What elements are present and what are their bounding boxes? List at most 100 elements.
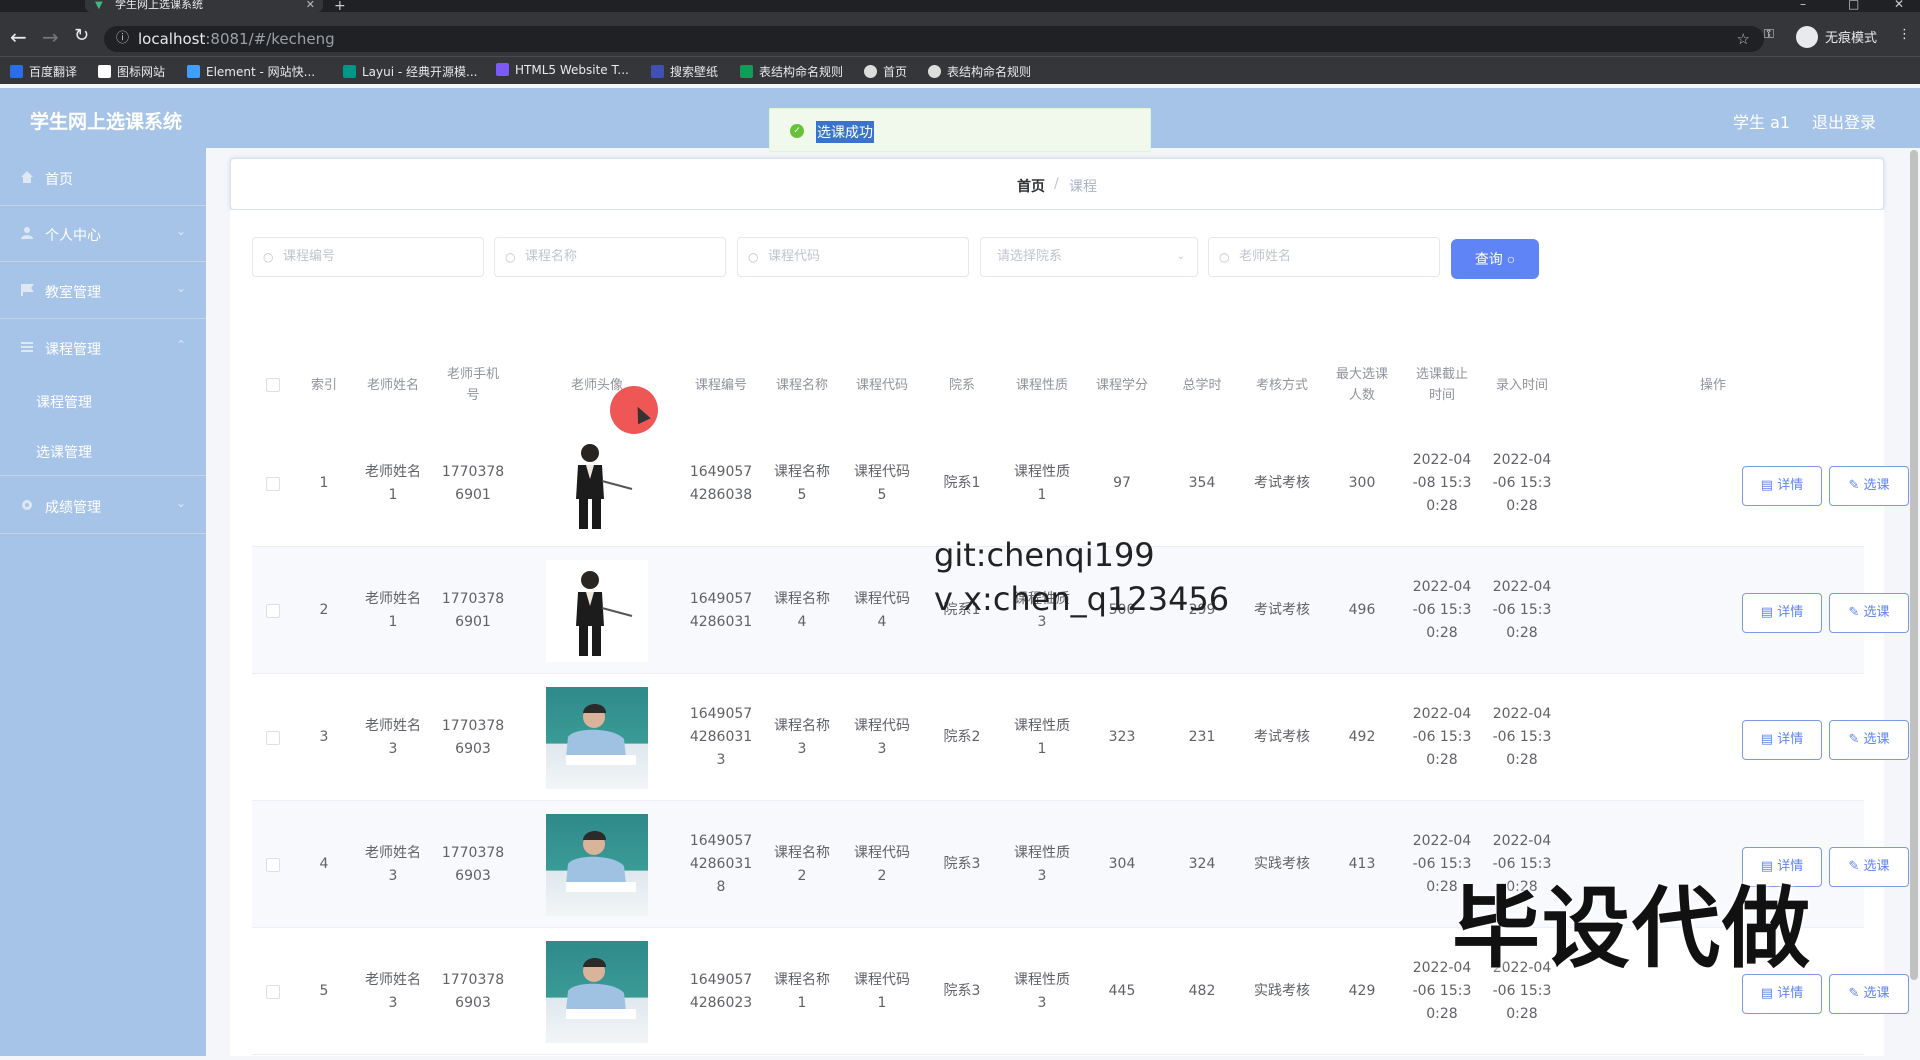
reload-icon[interactable]: ↻ bbox=[74, 25, 89, 46]
sidebar-item-home[interactable]: 首页 bbox=[0, 150, 206, 206]
dept-select[interactable]: 请选择院系 ⌄ bbox=[980, 237, 1198, 277]
cell-exam: 考试考核 bbox=[1254, 602, 1310, 618]
cell-deadline: 2022-04 -08 15:3 0:28 bbox=[1412, 452, 1472, 514]
cell-dept: 院系1 bbox=[943, 475, 981, 491]
detail-button[interactable]: ▤ 详情 bbox=[1742, 593, 1822, 633]
submenu-select-manage[interactable]: 选课管理 bbox=[0, 426, 206, 476]
incognito-label[interactable]: 无痕模式 bbox=[1825, 27, 1877, 46]
select-course-button[interactable]: ✎ 选课 bbox=[1829, 466, 1909, 506]
cell-max: 492 bbox=[1348, 729, 1376, 745]
browser-tab[interactable]: ▼ 学生网上选课系统 ✕ bbox=[85, 0, 323, 12]
course-name-input[interactable]: ○ 课程名称 bbox=[494, 237, 726, 277]
bookmark-item[interactable]: 表结构命名规则 bbox=[740, 63, 843, 80]
cell-deadline: 2022-04 -06 15:3 0:28 bbox=[1412, 579, 1472, 641]
row-checkbox[interactable] bbox=[266, 857, 280, 872]
header-nature: 课程性质 bbox=[1015, 377, 1068, 393]
bookmark-item[interactable]: 首页 bbox=[864, 63, 907, 80]
row-checkbox[interactable] bbox=[266, 730, 280, 745]
forward-icon[interactable]: → bbox=[42, 25, 59, 49]
course-no-input[interactable]: ○ 课程编号 bbox=[252, 237, 484, 277]
row-checkbox[interactable] bbox=[266, 603, 280, 618]
bookmark-item[interactable]: 百度翻译 bbox=[10, 63, 77, 80]
bookmark-item[interactable]: Element - 网站快... bbox=[187, 63, 315, 80]
cell-index: 4 bbox=[319, 856, 329, 872]
cell-course-code: 课程代码 3 bbox=[854, 717, 910, 757]
search-icon: ○ bbox=[505, 250, 516, 264]
sidebar-item-label: 成绩管理 bbox=[45, 500, 101, 516]
address-bar[interactable]: ⓘ localhost:8081/#/kecheng ☆ bbox=[104, 26, 1764, 52]
bookmark-icon bbox=[651, 65, 664, 78]
cell-course-code: 课程代码 2 bbox=[854, 844, 910, 884]
cell-deadline: 2022-04 -06 15:3 0:28 bbox=[1412, 706, 1472, 768]
sidebar-item-classroom[interactable]: 教室管理 ⌄ bbox=[0, 263, 206, 319]
search-icon: ○ bbox=[748, 250, 759, 264]
row-checkbox[interactable] bbox=[266, 984, 280, 999]
sidebar-item-grades[interactable]: 成绩管理 ⌄ bbox=[0, 478, 206, 534]
header-teacher-phone: 老师手机 号 bbox=[446, 367, 499, 403]
select-course-button[interactable]: ✎ 选课 bbox=[1829, 593, 1909, 633]
sidebar-item-label: 个人中心 bbox=[45, 228, 101, 244]
key-icon[interactable]: ⚿ bbox=[1764, 27, 1774, 42]
bookmark-item[interactable]: 搜索壁纸 bbox=[651, 63, 718, 80]
select-course-button[interactable]: ✎ 选课 bbox=[1829, 974, 1909, 1014]
course-code-input[interactable]: ○ 课程代码 bbox=[737, 237, 969, 277]
success-toast: ✓ 选课成功 bbox=[769, 108, 1151, 152]
bookmark-item[interactable]: 表结构命名规则 bbox=[928, 63, 1031, 80]
select-all-checkbox[interactable] bbox=[266, 378, 280, 392]
user-name: 学生 a1 bbox=[1733, 113, 1791, 132]
cell-ops: ▤ 详情 ✎ 选课 bbox=[1562, 420, 1909, 547]
window-close-icon[interactable]: ✕ bbox=[1894, 0, 1904, 11]
cell-teacher-name: 老师姓名 3 bbox=[365, 717, 421, 757]
cell-created: 2022-04 -06 15:3 0:28 bbox=[1492, 706, 1552, 768]
cell-max: 413 bbox=[1348, 856, 1376, 872]
cell-index: 3 bbox=[319, 729, 329, 745]
home-icon bbox=[21, 171, 33, 183]
cell-exam: 考试考核 bbox=[1254, 729, 1310, 745]
row-select-cell bbox=[252, 547, 294, 674]
incognito-icon[interactable] bbox=[1796, 26, 1818, 48]
sidebar-item-profile[interactable]: 个人中心 ⌄ bbox=[0, 206, 206, 262]
logout-link[interactable]: 退出登录 bbox=[1812, 109, 1876, 133]
select-course-button[interactable]: ✎ 选课 bbox=[1829, 847, 1909, 887]
cell-teacher-photo bbox=[514, 674, 680, 801]
maximize-icon[interactable]: □ bbox=[1848, 0, 1859, 11]
bookmark-item[interactable]: 图标网站 bbox=[98, 63, 165, 80]
site-info-icon[interactable]: ⓘ bbox=[116, 26, 129, 52]
cell-teacher-name: 老师姓名 1 bbox=[365, 590, 421, 630]
minimize-icon[interactable]: – bbox=[1800, 0, 1806, 11]
chevron-down-icon: ⌄ bbox=[1176, 251, 1185, 262]
document-icon: ▤ bbox=[1760, 732, 1774, 747]
edit-icon: ✎ bbox=[1848, 478, 1860, 493]
bookmark-icon bbox=[864, 65, 877, 78]
cell-hours: 482 bbox=[1188, 983, 1216, 999]
row-checkbox[interactable] bbox=[266, 476, 280, 491]
cell-teacher-phone: 1770378 6903 bbox=[441, 844, 505, 884]
submenu-course-manage[interactable]: 课程管理 bbox=[0, 376, 206, 426]
bookmark-item[interactable]: HTML5 Website T... bbox=[496, 63, 629, 77]
browser-menu-icon[interactable]: ⋮ bbox=[1898, 27, 1911, 42]
breadcrumb-home[interactable]: 首页 bbox=[1017, 176, 1045, 196]
flag-icon bbox=[21, 284, 34, 296]
detail-button[interactable]: ▤ 详情 bbox=[1742, 720, 1822, 760]
bookmark-star-icon[interactable]: ☆ bbox=[1737, 26, 1750, 52]
select-course-button[interactable]: ✎ 选课 bbox=[1829, 720, 1909, 760]
cell-dept: 院系3 bbox=[943, 983, 981, 999]
bookmark-item[interactable]: Layui - 经典开源模... bbox=[343, 63, 477, 80]
sidebar-item-course[interactable]: 课程管理 ⌃ bbox=[0, 320, 206, 376]
header-max: 最大选课 人数 bbox=[1335, 367, 1388, 403]
teacher-name-input[interactable]: ○ 老师姓名 bbox=[1208, 237, 1440, 277]
list-icon bbox=[21, 342, 33, 352]
cell-hours: 324 bbox=[1188, 856, 1216, 872]
cell-max: 300 bbox=[1348, 475, 1376, 491]
edit-icon: ✎ bbox=[1848, 986, 1860, 1001]
document-icon: ▤ bbox=[1760, 986, 1774, 1001]
page-scrollbar[interactable] bbox=[1910, 150, 1918, 980]
cell-teacher-phone: 1770378 6903 bbox=[441, 717, 505, 757]
cell-credit: 445 bbox=[1108, 983, 1136, 999]
detail-button[interactable]: ▤ 详情 bbox=[1742, 466, 1822, 506]
cell-dept: 院系3 bbox=[943, 856, 981, 872]
back-icon[interactable]: ← bbox=[10, 25, 27, 49]
cell-teacher-phone: 1770378 6901 bbox=[441, 463, 505, 503]
close-tab-icon[interactable]: ✕ bbox=[306, 0, 315, 10]
query-button[interactable]: 查询 ○ bbox=[1451, 239, 1539, 279]
